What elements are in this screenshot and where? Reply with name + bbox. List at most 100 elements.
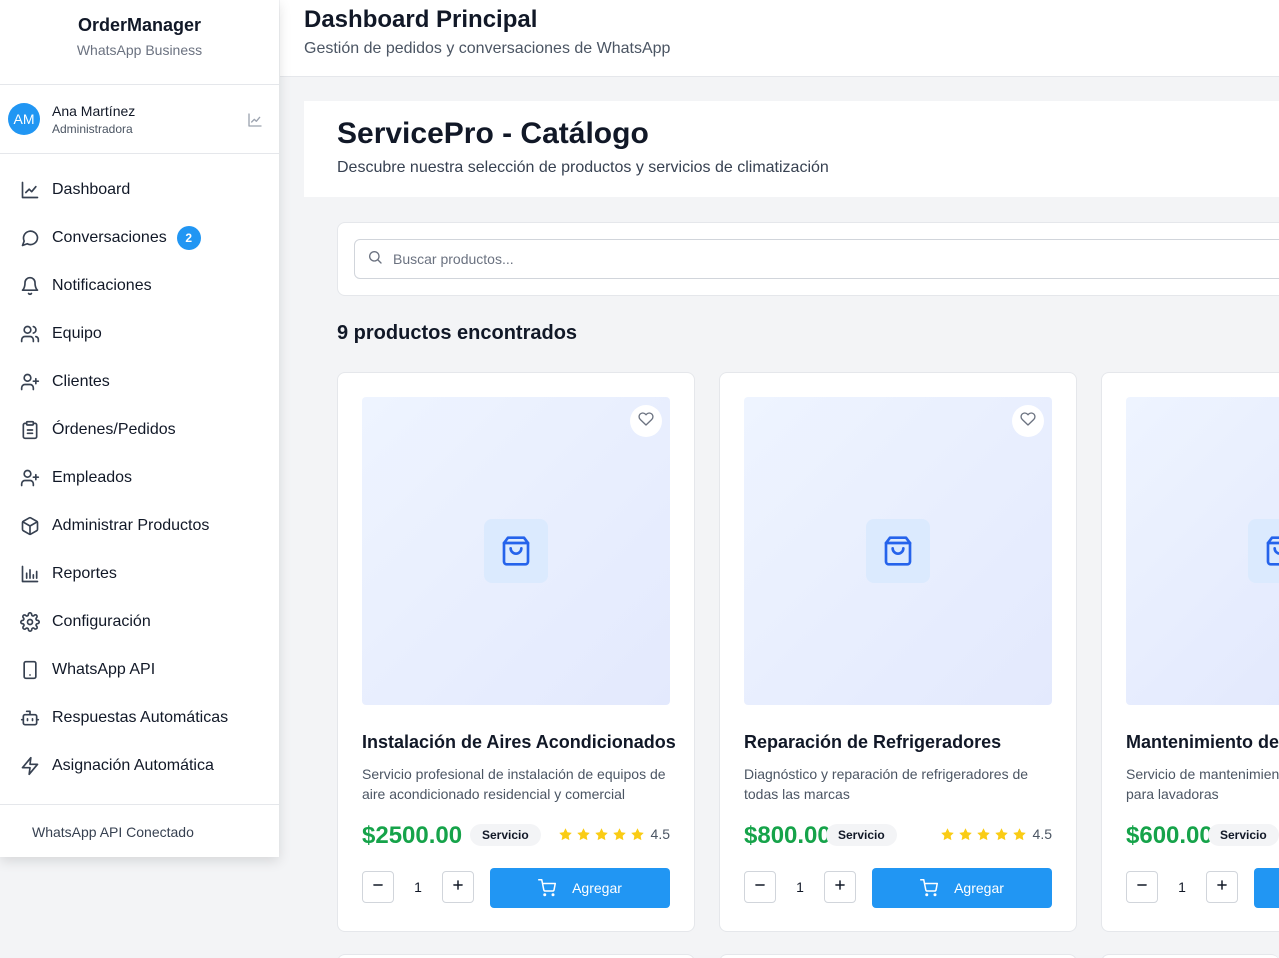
sidebar-item-label: Respuestas Automáticas <box>52 709 229 726</box>
brand: OrderManager WhatsApp Business <box>0 0 279 85</box>
quantity-value[interactable]: 1 <box>776 871 824 903</box>
sidebar-item-label: Asignación Automática <box>52 757 214 774</box>
star-icon <box>576 827 590 840</box>
sidebar-item-label: Notificaciones <box>52 277 152 294</box>
shopping-bag-icon <box>1248 519 1279 583</box>
star-icon <box>1012 827 1026 840</box>
sidebar-item-label: Administrar Productos <box>52 517 210 534</box>
sidebar-item-label: Dashboard <box>52 181 131 198</box>
product-image <box>744 397 1052 705</box>
category-tag: Servicio <box>826 824 897 846</box>
product-card[interactable]: Mantenimiento de Lavadoras Servicio de m… <box>1101 372 1279 932</box>
bot-icon <box>20 708 40 728</box>
sidebar-item-respuestas[interactable]: Respuestas Automáticas <box>0 694 279 742</box>
sidebar-item-label: Clientes <box>52 373 110 390</box>
avatar: AM <box>8 103 40 135</box>
user-name: Ana Martínez <box>52 102 136 119</box>
catalog-title: ServicePro - Catálogo <box>337 117 649 150</box>
product-card-next-row <box>337 954 695 958</box>
bell-icon <box>20 276 40 296</box>
search-icon <box>367 249 383 270</box>
sidebar-item-whatsapp-api[interactable]: WhatsApp API <box>0 646 279 694</box>
increase-qty-button[interactable] <box>1206 871 1238 903</box>
clipboard-icon <box>20 420 40 440</box>
sidebar-item-conversaciones[interactable]: Conversaciones 2 <box>0 214 279 262</box>
product-price: $2500.00 <box>362 822 463 849</box>
rating-value: 4.5 <box>1032 826 1052 842</box>
sidebar-item-label: Empleados <box>52 469 133 486</box>
product-name: Reparación de Refrigeradores <box>744 732 1002 752</box>
sidebar-item-productos[interactable]: Administrar Productos <box>0 502 279 550</box>
star-icon <box>994 827 1008 840</box>
gear-icon <box>20 612 40 632</box>
category-tag: Servicio <box>1208 824 1279 846</box>
sidebar: OrderManager WhatsApp Business AM Ana Ma… <box>0 0 279 857</box>
product-description: Diagnóstico y reparación de refrigerador… <box>744 766 1029 802</box>
sidebar-item-ordenes[interactable]: Órdenes/Pedidos <box>0 406 279 454</box>
favorite-button[interactable] <box>630 405 662 437</box>
product-image <box>362 397 670 705</box>
sidebar-item-dashboard[interactable]: Dashboard <box>0 166 279 214</box>
product-card-next-row <box>719 954 1077 958</box>
product-card[interactable]: Instalación de Aires Acondicionados Serv… <box>337 372 695 932</box>
bar-chart-icon <box>20 564 40 584</box>
add-to-cart-button[interactable]: Agregar <box>872 868 1052 908</box>
page-title: Dashboard Principal <box>304 6 538 33</box>
decrease-qty-button[interactable] <box>362 871 394 903</box>
heart-icon <box>638 411 654 432</box>
catalog-subtitle: Descubre nuestra selección de productos … <box>337 159 829 176</box>
sidebar-item-equipo[interactable]: Equipo <box>0 310 279 358</box>
star-icon <box>612 827 626 840</box>
chart-line-icon[interactable] <box>247 112 263 133</box>
product-card[interactable]: Reparación de Refrigeradores Diagnóstico… <box>719 372 1077 932</box>
product-name: Instalación de Aires Acondicionados <box>362 732 676 752</box>
add-label: Agregar <box>954 880 1004 896</box>
search-card <box>337 222 1279 296</box>
add-to-cart-button[interactable] <box>1254 868 1279 908</box>
decrease-qty-button[interactable] <box>1126 871 1158 903</box>
cart-icon <box>538 879 557 897</box>
star-icon <box>558 827 572 840</box>
decrease-qty-button[interactable] <box>744 871 776 903</box>
sidebar-item-label: Conversaciones <box>52 229 167 246</box>
sidebar-item-label: Órdenes/Pedidos <box>52 421 176 438</box>
results-count: 9 productos encontrados <box>337 322 578 344</box>
sidebar-item-asignacion[interactable]: Asignación Automática <box>0 742 279 790</box>
sidebar-item-configuracion[interactable]: Configuración <box>0 598 279 646</box>
category-tag: Servicio <box>470 824 541 846</box>
add-label: Agregar <box>572 880 622 896</box>
star-icon <box>594 827 608 840</box>
unread-badge: 2 <box>176 226 201 250</box>
package-icon <box>20 516 40 536</box>
sidebar-item-notificaciones[interactable]: Notificaciones <box>0 262 279 310</box>
plus-icon <box>451 878 465 897</box>
minus-icon <box>753 878 767 897</box>
sidebar-item-empleados[interactable]: Empleados <box>0 454 279 502</box>
add-to-cart-button[interactable]: Agregar <box>490 868 670 908</box>
increase-qty-button[interactable] <box>824 871 856 903</box>
product-description: Servicio de mantenimiento preventivo y c… <box>1126 766 1279 802</box>
user-profile[interactable]: AM Ana Martínez Administradora <box>0 85 279 154</box>
search-box[interactable] <box>354 239 1279 279</box>
quantity-value[interactable]: 1 <box>1158 871 1206 903</box>
sidebar-item-reportes[interactable]: Reportes <box>0 550 279 598</box>
user-role: Administradora <box>52 121 133 136</box>
rating-stars: 4.5 <box>558 826 670 842</box>
sidebar-item-label: WhatsApp API <box>52 661 156 678</box>
minus-icon <box>1135 878 1149 897</box>
favorite-button[interactable] <box>1012 405 1044 437</box>
sidebar-item-clientes[interactable]: Clientes <box>0 358 279 406</box>
brand-subtitle: WhatsApp Business <box>76 42 203 58</box>
quantity-value[interactable]: 1 <box>394 871 442 903</box>
user-plus-icon <box>20 372 40 392</box>
rating-value: 4.5 <box>650 826 670 842</box>
increase-qty-button[interactable] <box>442 871 474 903</box>
search-input[interactable] <box>393 251 993 267</box>
product-price: $600.00 <box>1126 822 1213 849</box>
shopping-bag-icon <box>866 519 930 583</box>
sidebar-item-label: Reportes <box>52 565 117 582</box>
shopping-bag-icon <box>484 519 548 583</box>
chat-bubble-icon <box>20 228 40 248</box>
rating-stars: 4.5 <box>940 826 1052 842</box>
page-header: Dashboard Principal Gestión de pedidos y… <box>280 0 1279 77</box>
